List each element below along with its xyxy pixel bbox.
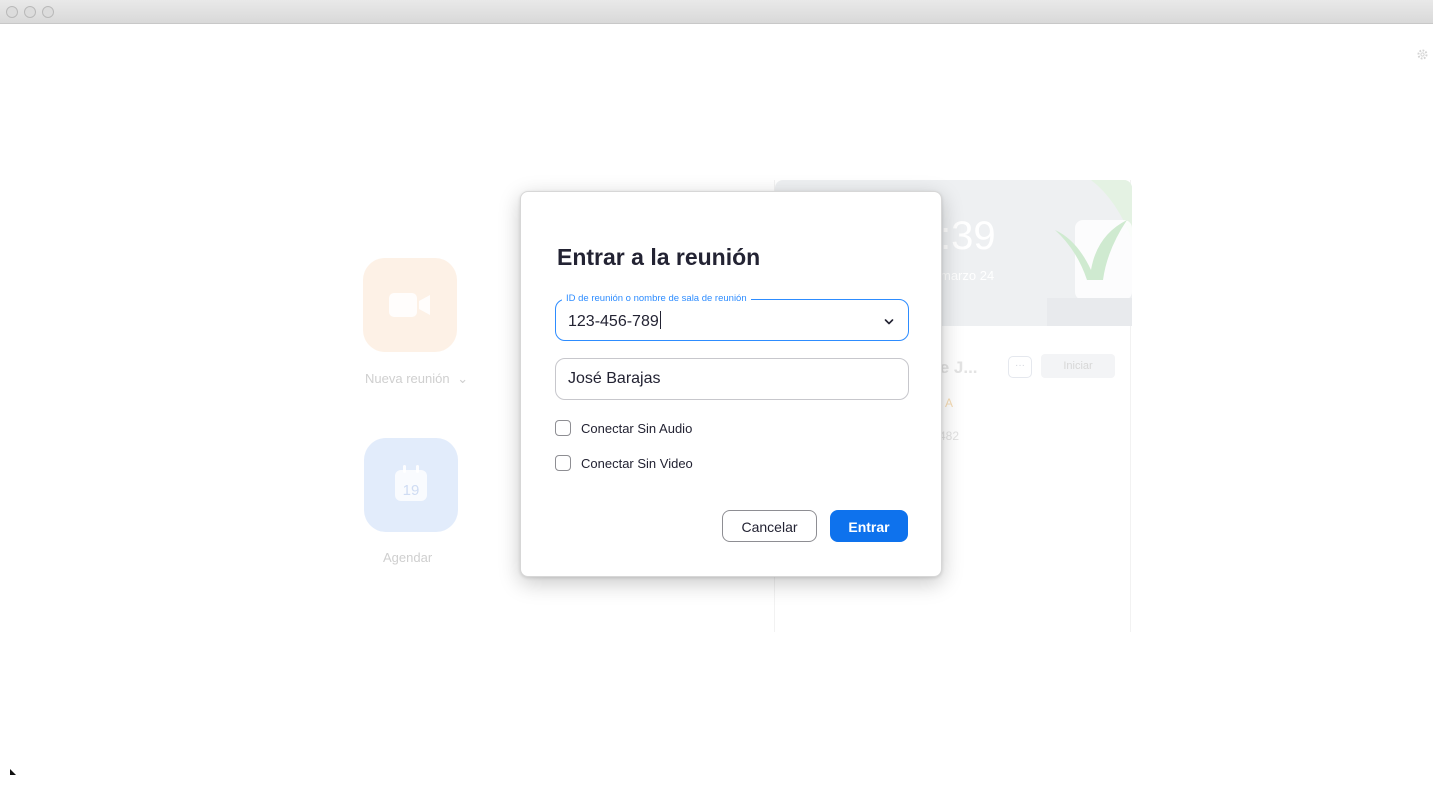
gear-icon[interactable]: [1415, 48, 1429, 62]
dialog-title: Entrar a la reunión: [557, 244, 761, 270]
calendar-day: 19: [403, 482, 420, 499]
no-audio-checkbox[interactable]: [555, 420, 571, 436]
more-options-button[interactable]: ···: [1008, 356, 1032, 378]
minimize-window-button[interactable]: [24, 6, 36, 18]
chevron-down-icon[interactable]: [880, 312, 898, 330]
meeting-id-input[interactable]: 123-456-789: [568, 311, 661, 331]
new-meeting-label: Nueva reunión ⌄: [365, 371, 469, 386]
calendar-icon: 19: [395, 465, 427, 501]
zoom-window-button[interactable]: [42, 6, 54, 18]
join-button[interactable]: Entrar: [830, 510, 908, 542]
no-audio-label: Conectar Sin Audio: [581, 420, 693, 436]
text-caret: [659, 311, 661, 329]
mouse-pointer-icon: [10, 769, 16, 775]
clock-time: :39: [940, 214, 996, 258]
display-name-input[interactable]: José Barajas: [568, 370, 661, 388]
video-camera-icon: [389, 293, 430, 317]
join-meeting-dialog: Entrar a la reunión ID de reunión o nomb…: [520, 191, 942, 577]
schedule-label: Agendar: [383, 550, 433, 565]
no-video-label: Conectar Sin Video: [581, 455, 693, 471]
plant-illustration: [1047, 180, 1132, 326]
meeting-id-field[interactable]: ID de reunión o nombre de sala de reunió…: [555, 292, 909, 341]
meeting-subtitle: A: [945, 396, 954, 410]
chevron-down-icon[interactable]: ⌄: [457, 371, 468, 386]
clock-date: marzo 24: [940, 268, 995, 283]
cancel-button[interactable]: Cancelar: [722, 510, 817, 542]
meeting-id-label: ID de reunión o nombre de sala de reunió…: [562, 292, 751, 306]
new-meeting-button[interactable]: [363, 258, 457, 352]
start-meeting-button[interactable]: Iniciar: [1041, 354, 1115, 378]
close-window-button[interactable]: [6, 6, 18, 18]
no-video-checkbox[interactable]: [555, 455, 571, 471]
no-video-option[interactable]: Conectar Sin Video: [555, 453, 693, 473]
display-name-field[interactable]: José Barajas: [555, 358, 909, 400]
window-titlebar: [0, 0, 1433, 24]
schedule-button[interactable]: 19: [364, 438, 458, 532]
no-audio-option[interactable]: Conectar Sin Audio: [555, 418, 692, 438]
